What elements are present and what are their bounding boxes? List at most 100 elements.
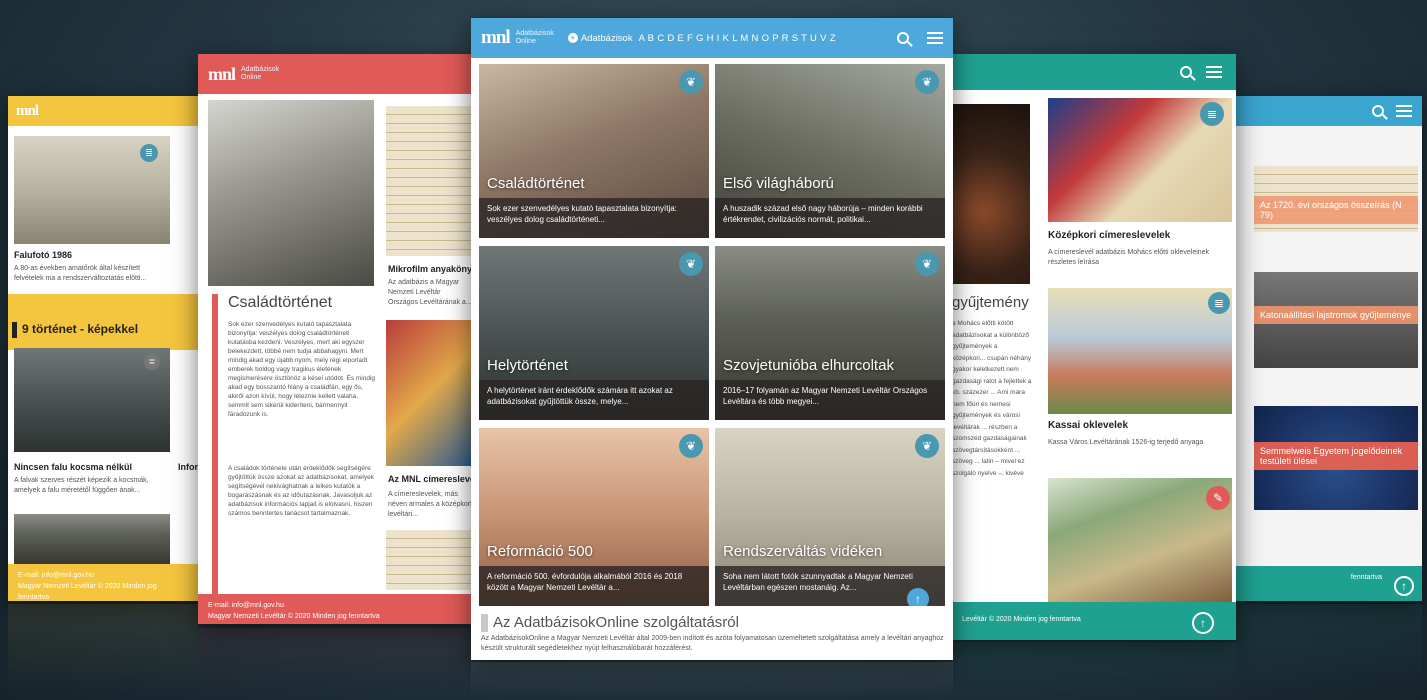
leaf-icon: ❦ — [679, 434, 703, 458]
card-title[interactable]: Az MNL címereslevelek — [388, 474, 472, 484]
search-icon[interactable] — [897, 32, 909, 44]
card-title: Helytörténet — [487, 357, 568, 374]
database-icon[interactable]: ≣ — [144, 354, 160, 370]
section-marker — [212, 294, 218, 594]
panel-far-left: mnl ≣ Falufotó 1986 A 80-as években amat… — [8, 96, 198, 601]
card-title: Első világháború — [723, 175, 834, 192]
footer-copy: Magyar Nemzeti Levéltár © 2020 Minden jo… — [208, 613, 380, 620]
card-title: Családtörténet — [487, 175, 585, 192]
menu-icon[interactable] — [1206, 66, 1222, 78]
header-bar — [1236, 96, 1422, 126]
panel-left-red: mnl Adatbázisok Online Mikrofilm anyaköny… — [198, 54, 472, 624]
card-desc: A helytörténet iránt érdeklődők számára … — [479, 380, 709, 420]
card-csaladtortenet[interactable]: ❦ Családtörténet Sok ezer szenvedélyes k… — [479, 64, 709, 238]
card-title[interactable]: Nincsen falu kocsma nélkül — [14, 462, 132, 472]
header-bar: mnl Adatbázisok Online — [198, 54, 472, 94]
header-bar: mnl — [8, 96, 198, 126]
cimer-photo[interactable] — [386, 320, 472, 466]
leaf-icon: ❦ — [679, 252, 703, 276]
card-title: Rendszerváltás vidéken — [723, 543, 883, 560]
search-icon[interactable] — [1180, 66, 1192, 78]
footer-email[interactable]: E-mail: info@mnl.gov.hu — [208, 600, 462, 611]
card-title[interactable]: Falufotó 1986 — [14, 250, 72, 260]
panel-center: mnl Adatbázisok Online + Adatbázisok A B … — [471, 18, 953, 660]
card-photo[interactable] — [1048, 288, 1232, 414]
section-body: a Mohács előtti kötött adatbázisokat a k… — [952, 320, 1032, 477]
card-title[interactable]: Katonaállítási lajstromok gyűjteménye — [1254, 306, 1418, 324]
reflection — [1236, 604, 1422, 694]
card-title[interactable]: Mikrofilm anyakönyv — [388, 264, 472, 274]
card-rendszervaltas-videken[interactable]: ❦ Rendszerváltás vidéken Soha nem látott… — [715, 428, 945, 606]
header-bar — [952, 54, 1236, 90]
card-desc: 2016–17 folyamán az Magyar Nemzeti Levél… — [715, 380, 945, 420]
leaf-icon: ❦ — [915, 434, 939, 458]
logo[interactable]: mnl — [208, 64, 236, 85]
card-title[interactable]: Semmelweis Egyetem jogelődeinek testület… — [1254, 442, 1418, 470]
leaf-icon: ❦ — [679, 70, 703, 94]
card-elso-vilaghaboru[interactable]: ❦ Első világháború A huszadik század els… — [715, 64, 945, 238]
reflection — [198, 628, 472, 698]
card-desc: A reformáció 500. évfordulója alkalmából… — [479, 566, 709, 606]
section-title: gyűjtemény — [952, 294, 1029, 311]
footer: E-mail: info@mnl.gov.hu Magyar Nemzeti L… — [198, 594, 472, 624]
arrow-up-icon[interactable]: ↑ — [1394, 576, 1414, 596]
card-desc: A címereslevél adatbázis Mohács előtti o… — [1048, 249, 1210, 266]
reflection — [952, 642, 1236, 698]
card-desc: A címereslevelek, más néven armales a kö… — [388, 491, 472, 518]
arrow-up-icon[interactable]: ↑ — [1192, 612, 1214, 634]
card-photo[interactable] — [386, 530, 472, 590]
section-body: Sok ezer szenvedélyes kutató tapasztalat… — [228, 321, 376, 418]
alphabet-nav[interactable]: A B C D E F G H I K L M N O P R S T U V … — [639, 33, 836, 44]
section-body: A családok története után érdeklődők seg… — [228, 465, 374, 517]
card-title[interactable]: Infor — [178, 462, 198, 472]
reflection — [471, 662, 953, 700]
card-desc: A falvak szerves részét képezik a kocsmá… — [14, 477, 149, 494]
card-helytortenet[interactable]: ❦ Helytörténet A helytörténet iránt érde… — [479, 246, 709, 420]
menu-icon[interactable] — [1396, 105, 1412, 117]
leaf-icon: ❦ — [915, 70, 939, 94]
nav-databases-label: Adatbázisok — [580, 32, 633, 44]
database-icon[interactable]: ≣ — [140, 144, 158, 162]
card-title[interactable]: Középkori címereslevelek — [1048, 230, 1170, 241]
seal-photo — [952, 104, 1030, 284]
card-title: Reformáció 500 — [487, 543, 593, 560]
card-photo[interactable] — [1048, 478, 1232, 606]
card-desc: Sok ezer szenvedélyes kutató tapasztalat… — [479, 198, 709, 238]
brush-icon[interactable]: ✎ — [1206, 486, 1230, 510]
card-desc: A 80-as években amatőrök által készített… — [14, 265, 147, 282]
reflection — [8, 604, 198, 694]
logo[interactable]: mnl — [16, 103, 39, 120]
menu-icon[interactable] — [927, 32, 943, 44]
header-bar: mnl Adatbázisok Online + Adatbázisok A B … — [471, 18, 953, 58]
mikrofilm-photo[interactable] — [386, 106, 472, 256]
panel-far-right: Az 1720. évi országos összeírás (N 79) K… — [1236, 96, 1422, 601]
footer-email[interactable]: E-mail: info@mnl.gov.hu — [18, 570, 188, 581]
arrow-up-icon[interactable]: ↑ — [907, 588, 929, 606]
footer-copy: Levéltár © 2020 Minden jog fenntartva — [962, 616, 1081, 623]
card-title[interactable]: Az 1720. évi országos összeírás (N 79) — [1254, 196, 1418, 224]
card-desc: A huszadik század első nagy háborúja – m… — [715, 198, 945, 238]
card-title[interactable]: Kassai oklevelek — [1048, 420, 1128, 431]
plus-circle-icon: + — [567, 33, 578, 43]
footer-copy: fenntartva — [1350, 574, 1382, 581]
database-icon[interactable]: ≣ — [1208, 292, 1230, 314]
logo[interactable]: mnl — [481, 27, 511, 49]
card-desc: Az adatbázis a Magyar Nemzeti Levéltár O… — [388, 279, 472, 306]
database-icon[interactable]: ≣ — [1200, 102, 1224, 126]
card-szovjetunioba-elhurcoltak[interactable]: ❦ Szovjetunióba elhurcoltak 2016–17 foly… — [715, 246, 945, 420]
section-title: Családtörténet — [228, 294, 333, 311]
card-reformacio-500[interactable]: ❦ Reformáció 500 A reformáció 500. évfor… — [479, 428, 709, 606]
panel-right-green: ≣ Középkori címereslevelek A címereslevé… — [952, 54, 1236, 640]
section-marker — [12, 322, 17, 338]
logo-subtitle: Adatbázisok Online — [515, 30, 554, 45]
logo-subtitle: Adatbázisok Online — [241, 66, 280, 81]
hero-photo — [208, 100, 374, 286]
card-photo[interactable] — [14, 514, 170, 564]
footer-copy: Magyar Nemzeti Levéltár © 2020 Minden jo… — [18, 583, 157, 601]
section-title: 9 történet - képekkel — [22, 322, 139, 336]
about-text: Az AdatbázisokOnline a Magyar Nemzeti Le… — [481, 635, 944, 652]
section-marker — [481, 614, 488, 632]
nav-databases[interactable]: + Adatbázisok — [567, 32, 633, 44]
footer: E-mail: info@mnl.gov.hu Magyar Nemzeti L… — [8, 564, 198, 601]
search-icon[interactable] — [1372, 105, 1384, 117]
